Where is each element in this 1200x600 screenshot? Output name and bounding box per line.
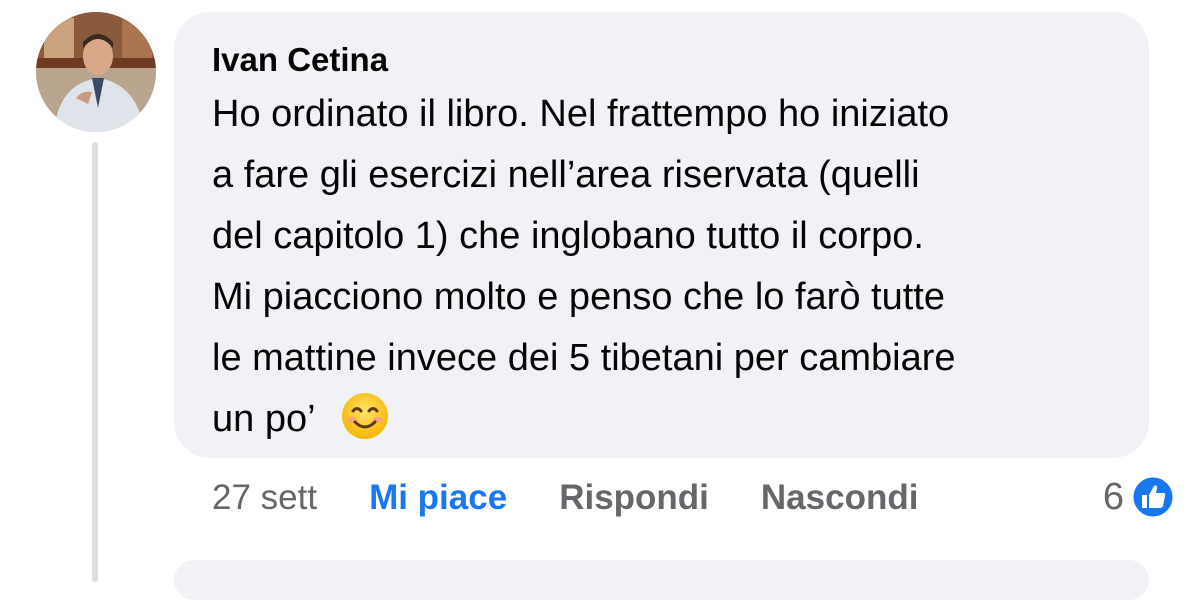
comment-last-line: un po’ xyxy=(212,389,1113,450)
comment-line: a fare gli esercizi nell’area riservata … xyxy=(212,154,920,196)
comment-timestamp[interactable]: 27 sett xyxy=(212,478,317,518)
comment-line: del capitolo 1) che inglobano tutto il c… xyxy=(212,215,924,257)
comment-line: Ho ordinato il libro. Nel frattempo ho i… xyxy=(212,93,950,135)
comment-line: un po’ xyxy=(212,398,316,440)
comment-author[interactable]: Ivan Cetina xyxy=(212,40,1113,80)
thumbs-up-icon xyxy=(1130,474,1176,520)
comment-line: le mattine invece dei 5 tibetani per cam… xyxy=(212,337,956,379)
smiling-face-icon xyxy=(340,391,390,441)
next-reply-bubble xyxy=(174,560,1149,600)
hide-button[interactable]: Nascondi xyxy=(761,478,919,518)
avatar-photo xyxy=(36,12,156,132)
comment-bubble: Ivan Cetina Ho ordinato il libro. Nel fr… xyxy=(174,12,1149,458)
author-avatar[interactable] xyxy=(36,12,156,132)
comment-line: Mi piacciono molto e penso che lo farò t… xyxy=(212,276,945,318)
reply-thread-line xyxy=(92,142,98,582)
comment-text: Ho ordinato il libro. Nel frattempo ho i… xyxy=(212,84,1113,450)
reaction-count: 6 xyxy=(1102,475,1124,518)
reply-button[interactable]: Rispondi xyxy=(559,478,709,518)
like-button[interactable]: Mi piace xyxy=(369,478,507,518)
comment-actions: 27 sett Mi piace Rispondi Nascondi xyxy=(212,476,970,520)
reaction-summary[interactable]: 6 xyxy=(1103,472,1176,522)
